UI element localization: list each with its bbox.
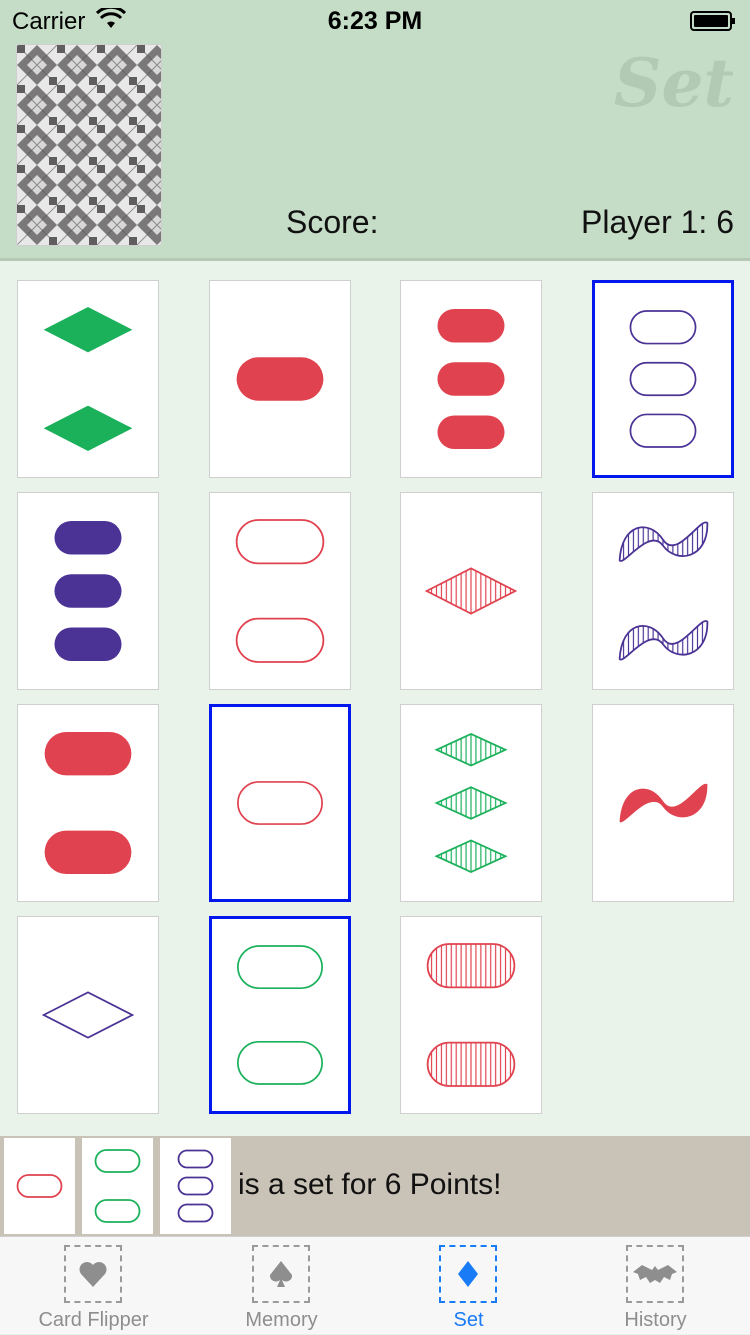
bat-icon bbox=[626, 1245, 684, 1303]
oval-symbol bbox=[236, 1040, 323, 1085]
result-card bbox=[160, 1138, 231, 1234]
playing-card[interactable] bbox=[208, 916, 351, 1114]
oval-symbol bbox=[236, 781, 323, 825]
tab-bar: Card Flipper Memory Set History bbox=[0, 1236, 750, 1334]
tab-label: Card Flipper bbox=[38, 1309, 149, 1331]
diamond-symbol bbox=[434, 839, 508, 873]
oval-symbol bbox=[54, 627, 122, 661]
oval-symbol bbox=[426, 943, 516, 989]
oval-symbol bbox=[235, 617, 324, 663]
playing-card[interactable] bbox=[17, 492, 159, 690]
playing-card[interactable] bbox=[400, 704, 542, 902]
oval-symbol bbox=[44, 732, 132, 776]
spade-icon bbox=[252, 1245, 310, 1303]
oval-symbol bbox=[235, 519, 324, 565]
playing-card[interactable] bbox=[17, 704, 159, 902]
diamond-symbol bbox=[424, 567, 518, 615]
tab-set[interactable]: Set bbox=[375, 1237, 562, 1335]
tab-history[interactable]: History bbox=[562, 1237, 749, 1335]
oval-symbol bbox=[629, 310, 696, 345]
tab-card-flipper[interactable]: Card Flipper bbox=[0, 1237, 187, 1335]
squiggle-symbol bbox=[619, 783, 707, 823]
oval-symbol bbox=[54, 574, 122, 608]
result-card bbox=[4, 1138, 75, 1234]
diamond-icon bbox=[439, 1245, 497, 1303]
oval-symbol bbox=[437, 415, 505, 449]
playing-card[interactable] bbox=[400, 280, 542, 478]
playing-card[interactable] bbox=[591, 492, 734, 690]
playing-card[interactable] bbox=[17, 916, 159, 1114]
playing-card[interactable] bbox=[17, 280, 159, 478]
oval-symbol bbox=[426, 1041, 516, 1087]
playing-card[interactable] bbox=[591, 280, 734, 478]
oval-symbol bbox=[629, 361, 696, 397]
diamond-symbol bbox=[43, 405, 133, 451]
diamond-symbol bbox=[43, 307, 133, 353]
playing-card[interactable] bbox=[591, 704, 734, 902]
battery-icon bbox=[690, 11, 735, 31]
squiggle-symbol bbox=[618, 521, 708, 562]
playing-card[interactable] bbox=[208, 704, 351, 902]
oval-symbol bbox=[629, 413, 696, 448]
diamond-symbol bbox=[41, 991, 135, 1039]
oval-symbol bbox=[177, 1149, 214, 1169]
oval-symbol bbox=[236, 357, 323, 401]
playing-card[interactable] bbox=[400, 916, 542, 1114]
playing-card[interactable] bbox=[208, 492, 351, 690]
oval-symbol bbox=[177, 1203, 214, 1223]
header-divider bbox=[0, 258, 750, 261]
oval-symbol bbox=[94, 1199, 141, 1223]
status-time: 6:23 PM bbox=[327, 7, 423, 35]
heart-icon bbox=[64, 1245, 122, 1303]
oval-symbol bbox=[177, 1176, 214, 1196]
diamond-symbol bbox=[434, 733, 508, 767]
oval-symbol bbox=[16, 1174, 63, 1198]
diamond-symbol bbox=[434, 786, 508, 820]
oval-symbol bbox=[236, 945, 323, 990]
result-card bbox=[82, 1138, 153, 1234]
game-title: Set bbox=[613, 44, 734, 122]
tab-label: Memory bbox=[245, 1309, 318, 1331]
tab-memory[interactable]: Memory bbox=[188, 1237, 375, 1335]
tab-label: Set bbox=[453, 1309, 484, 1331]
score-value: Player 1: 6 bbox=[581, 204, 734, 240]
oval-symbol bbox=[94, 1149, 141, 1173]
oval-symbol bbox=[44, 830, 132, 874]
oval-symbol bbox=[54, 521, 122, 555]
oval-symbol bbox=[437, 309, 505, 343]
squiggle-symbol bbox=[618, 620, 708, 661]
tab-label: History bbox=[624, 1309, 687, 1331]
playing-card[interactable] bbox=[400, 492, 542, 690]
playing-card[interactable] bbox=[208, 280, 351, 478]
result-message: is a set for 6 Points! bbox=[238, 1168, 502, 1201]
status-bar: Carrier 6:23 PM bbox=[0, 0, 750, 40]
oval-symbol bbox=[437, 362, 505, 396]
